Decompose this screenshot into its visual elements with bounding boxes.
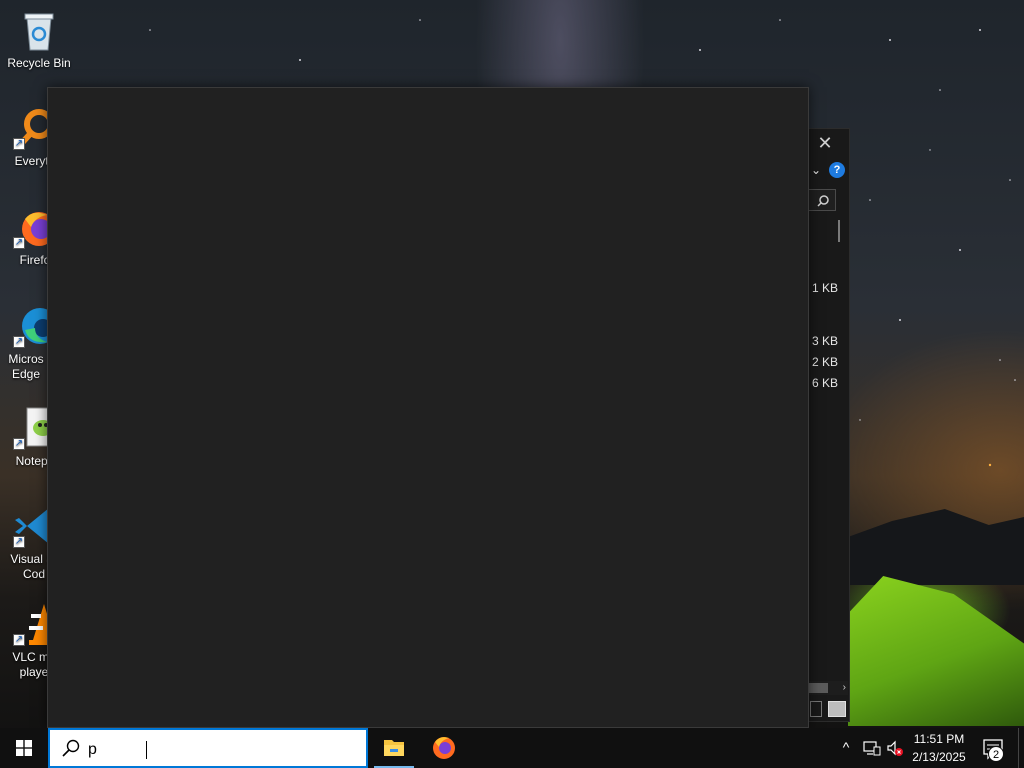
vertical-scrollbar[interactable] <box>838 220 840 242</box>
view-toggle-group <box>808 698 848 720</box>
taskbar: p ^ 11:51 PM 2/13/2025 2 <box>0 728 1024 768</box>
search-results-panel <box>47 87 809 728</box>
chevron-down-icon[interactable]: ⌄ <box>808 161 824 179</box>
tray-overflow-chevron-icon[interactable]: ^ <box>838 737 854 757</box>
scrollbar-thumb[interactable] <box>808 683 828 693</box>
volume-muted-icon[interactable] <box>885 738 905 758</box>
windows-logo-icon <box>16 740 32 756</box>
taskbar-search-box[interactable]: p <box>48 728 368 768</box>
start-button[interactable] <box>0 728 48 768</box>
desktop-icon-label: Recycle Bin <box>7 56 71 70</box>
taskbar-clock[interactable]: 11:51 PM 2/13/2025 <box>906 730 972 766</box>
search-input[interactable]: p <box>88 740 97 760</box>
shortcut-arrow-icon: ↗ <box>13 438 25 450</box>
show-desktop-button[interactable] <box>1018 728 1024 768</box>
file-size-cell: 2 KB <box>811 355 838 369</box>
explorer-search-button[interactable] <box>808 189 836 211</box>
shortcut-arrow-icon: ↗ <box>13 336 25 348</box>
shortcut-arrow-icon: ↗ <box>13 237 25 249</box>
text-caret <box>146 741 147 759</box>
large-icons-view-button[interactable] <box>828 701 846 717</box>
chevron-right-icon[interactable]: › <box>843 681 846 695</box>
file-size-cell: 6 KB <box>811 376 838 390</box>
horizontal-scrollbar[interactable]: › <box>808 681 848 695</box>
search-icon <box>62 739 80 757</box>
notification-count-badge: 2 <box>988 746 1004 762</box>
search-icon <box>817 195 829 207</box>
file-explorer-icon <box>384 740 404 756</box>
file-size-cell: 3 KB <box>811 334 838 348</box>
shortcut-arrow-icon: ↗ <box>13 536 25 548</box>
shortcut-arrow-icon: ↗ <box>13 138 25 150</box>
recycle-bin-icon <box>17 8 61 52</box>
help-icon[interactable]: ? <box>829 162 845 178</box>
wallpaper-mountains <box>848 509 1024 585</box>
desktop-icon-recycle-bin[interactable]: Recycle Bin <box>0 8 78 71</box>
close-icon[interactable]: ✕ <box>808 132 842 154</box>
file-size-cell: 1 KB <box>811 281 838 295</box>
details-view-button[interactable] <box>810 701 822 717</box>
clock-date: 2/13/2025 <box>912 750 966 764</box>
network-icon[interactable] <box>862 738 882 758</box>
taskbar-firefox[interactable] <box>420 728 468 768</box>
firefox-icon <box>433 737 455 759</box>
clock-time: 11:51 PM <box>913 732 965 746</box>
shortcut-arrow-icon: ↗ <box>13 634 25 646</box>
wallpaper-tent <box>848 576 1024 726</box>
taskbar-file-explorer[interactable] <box>370 728 418 768</box>
